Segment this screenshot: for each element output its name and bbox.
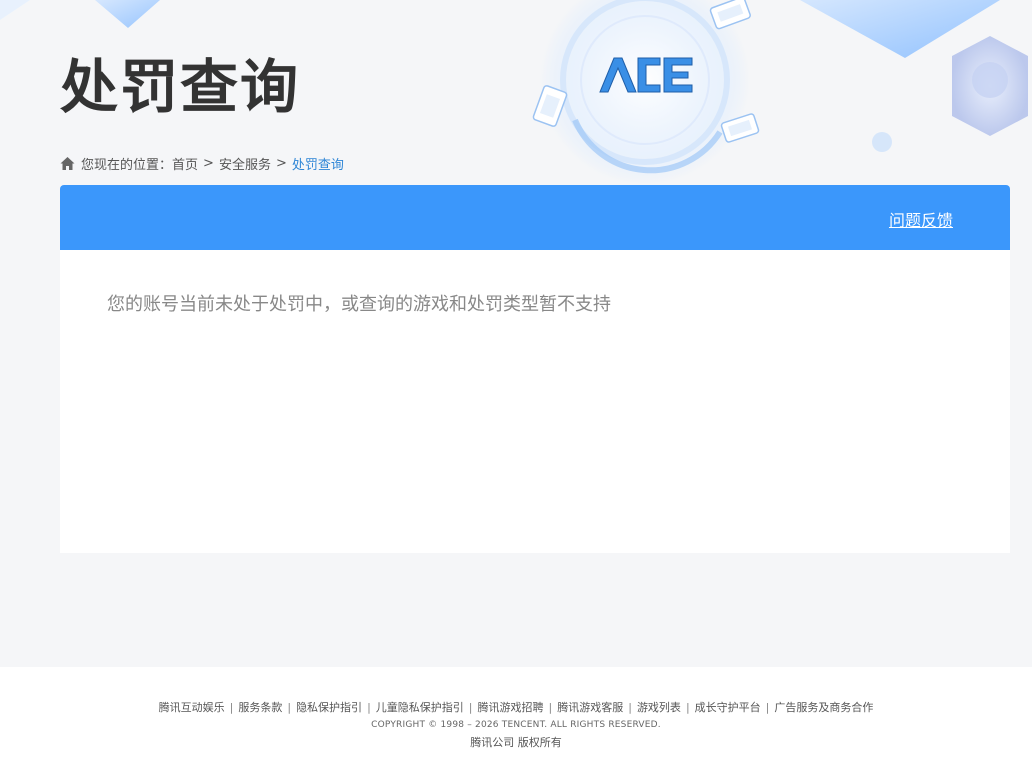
ace-logo: [598, 54, 694, 94]
breadcrumb: 您现在的位置： 首页 > 安全服务 > 处罚查询: [60, 154, 344, 173]
footer-link-child-privacy[interactable]: 儿童隐私保护指引: [376, 701, 464, 714]
footer-link-support[interactable]: 腾讯游戏客服: [557, 701, 623, 714]
footer-link-games[interactable]: 游戏列表: [637, 701, 681, 714]
panel-header: 问题反馈: [60, 185, 1010, 250]
ace-logo-icon: [599, 57, 693, 93]
breadcrumb-item-current: 处罚查询: [291, 158, 344, 173]
feedback-link[interactable]: 问题反馈: [889, 207, 953, 231]
footer-link-guardian[interactable]: 成长守护平台: [695, 701, 761, 714]
home-icon[interactable]: [60, 156, 75, 171]
page-title: 处罚查询: [60, 53, 301, 121]
breadcrumb-separator: >: [275, 156, 287, 171]
result-message: 您的账号当前未处于处罚中，或查询的游戏和处罚类型暂不支持: [107, 294, 611, 315]
page: 处罚查询 您现在的位置： 首页 > 安全服务 > 处罚查询 问题反馈 您的账号当…: [0, 0, 1032, 771]
footer-link-terms[interactable]: 服务条款: [238, 701, 282, 714]
breadcrumb-separator: >: [203, 156, 214, 171]
footer-link-jobs[interactable]: 腾讯游戏招聘: [478, 701, 544, 714]
breadcrumb-prefix: 您现在的位置：: [81, 158, 173, 173]
result-panel: 问题反馈 您的账号当前未处于处罚中，或查询的游戏和处罚类型暂不支持: [60, 185, 1010, 553]
company-rights: 腾讯公司 版权所有: [470, 736, 562, 749]
footer: 腾讯互动娱乐 | 服务条款 | 隐私保护指引 | 儿童隐私保护指引 | 腾讯游戏招聘 | 腾讯游戏客…: [0, 667, 1032, 771]
footer-link-privacy[interactable]: 隐私保护指引: [296, 701, 362, 714]
breadcrumb-item-security[interactable]: 安全服务: [219, 154, 271, 173]
footer-links: 腾讯互动娱乐 | 服务条款 | 隐私保护指引 | 儿童隐私保护指引 | 腾讯游戏招聘 | 腾讯游戏客…: [158, 701, 874, 714]
copyright: COPYRIGHT © 1998 – 2026 TENCENT. ALL RIG…: [371, 720, 661, 730]
breadcrumb-item-home[interactable]: 首页: [172, 154, 198, 173]
footer-link-ads[interactable]: 广告服务及商务合作: [774, 701, 873, 714]
footer-link-ieg[interactable]: 腾讯互动娱乐: [159, 701, 225, 714]
